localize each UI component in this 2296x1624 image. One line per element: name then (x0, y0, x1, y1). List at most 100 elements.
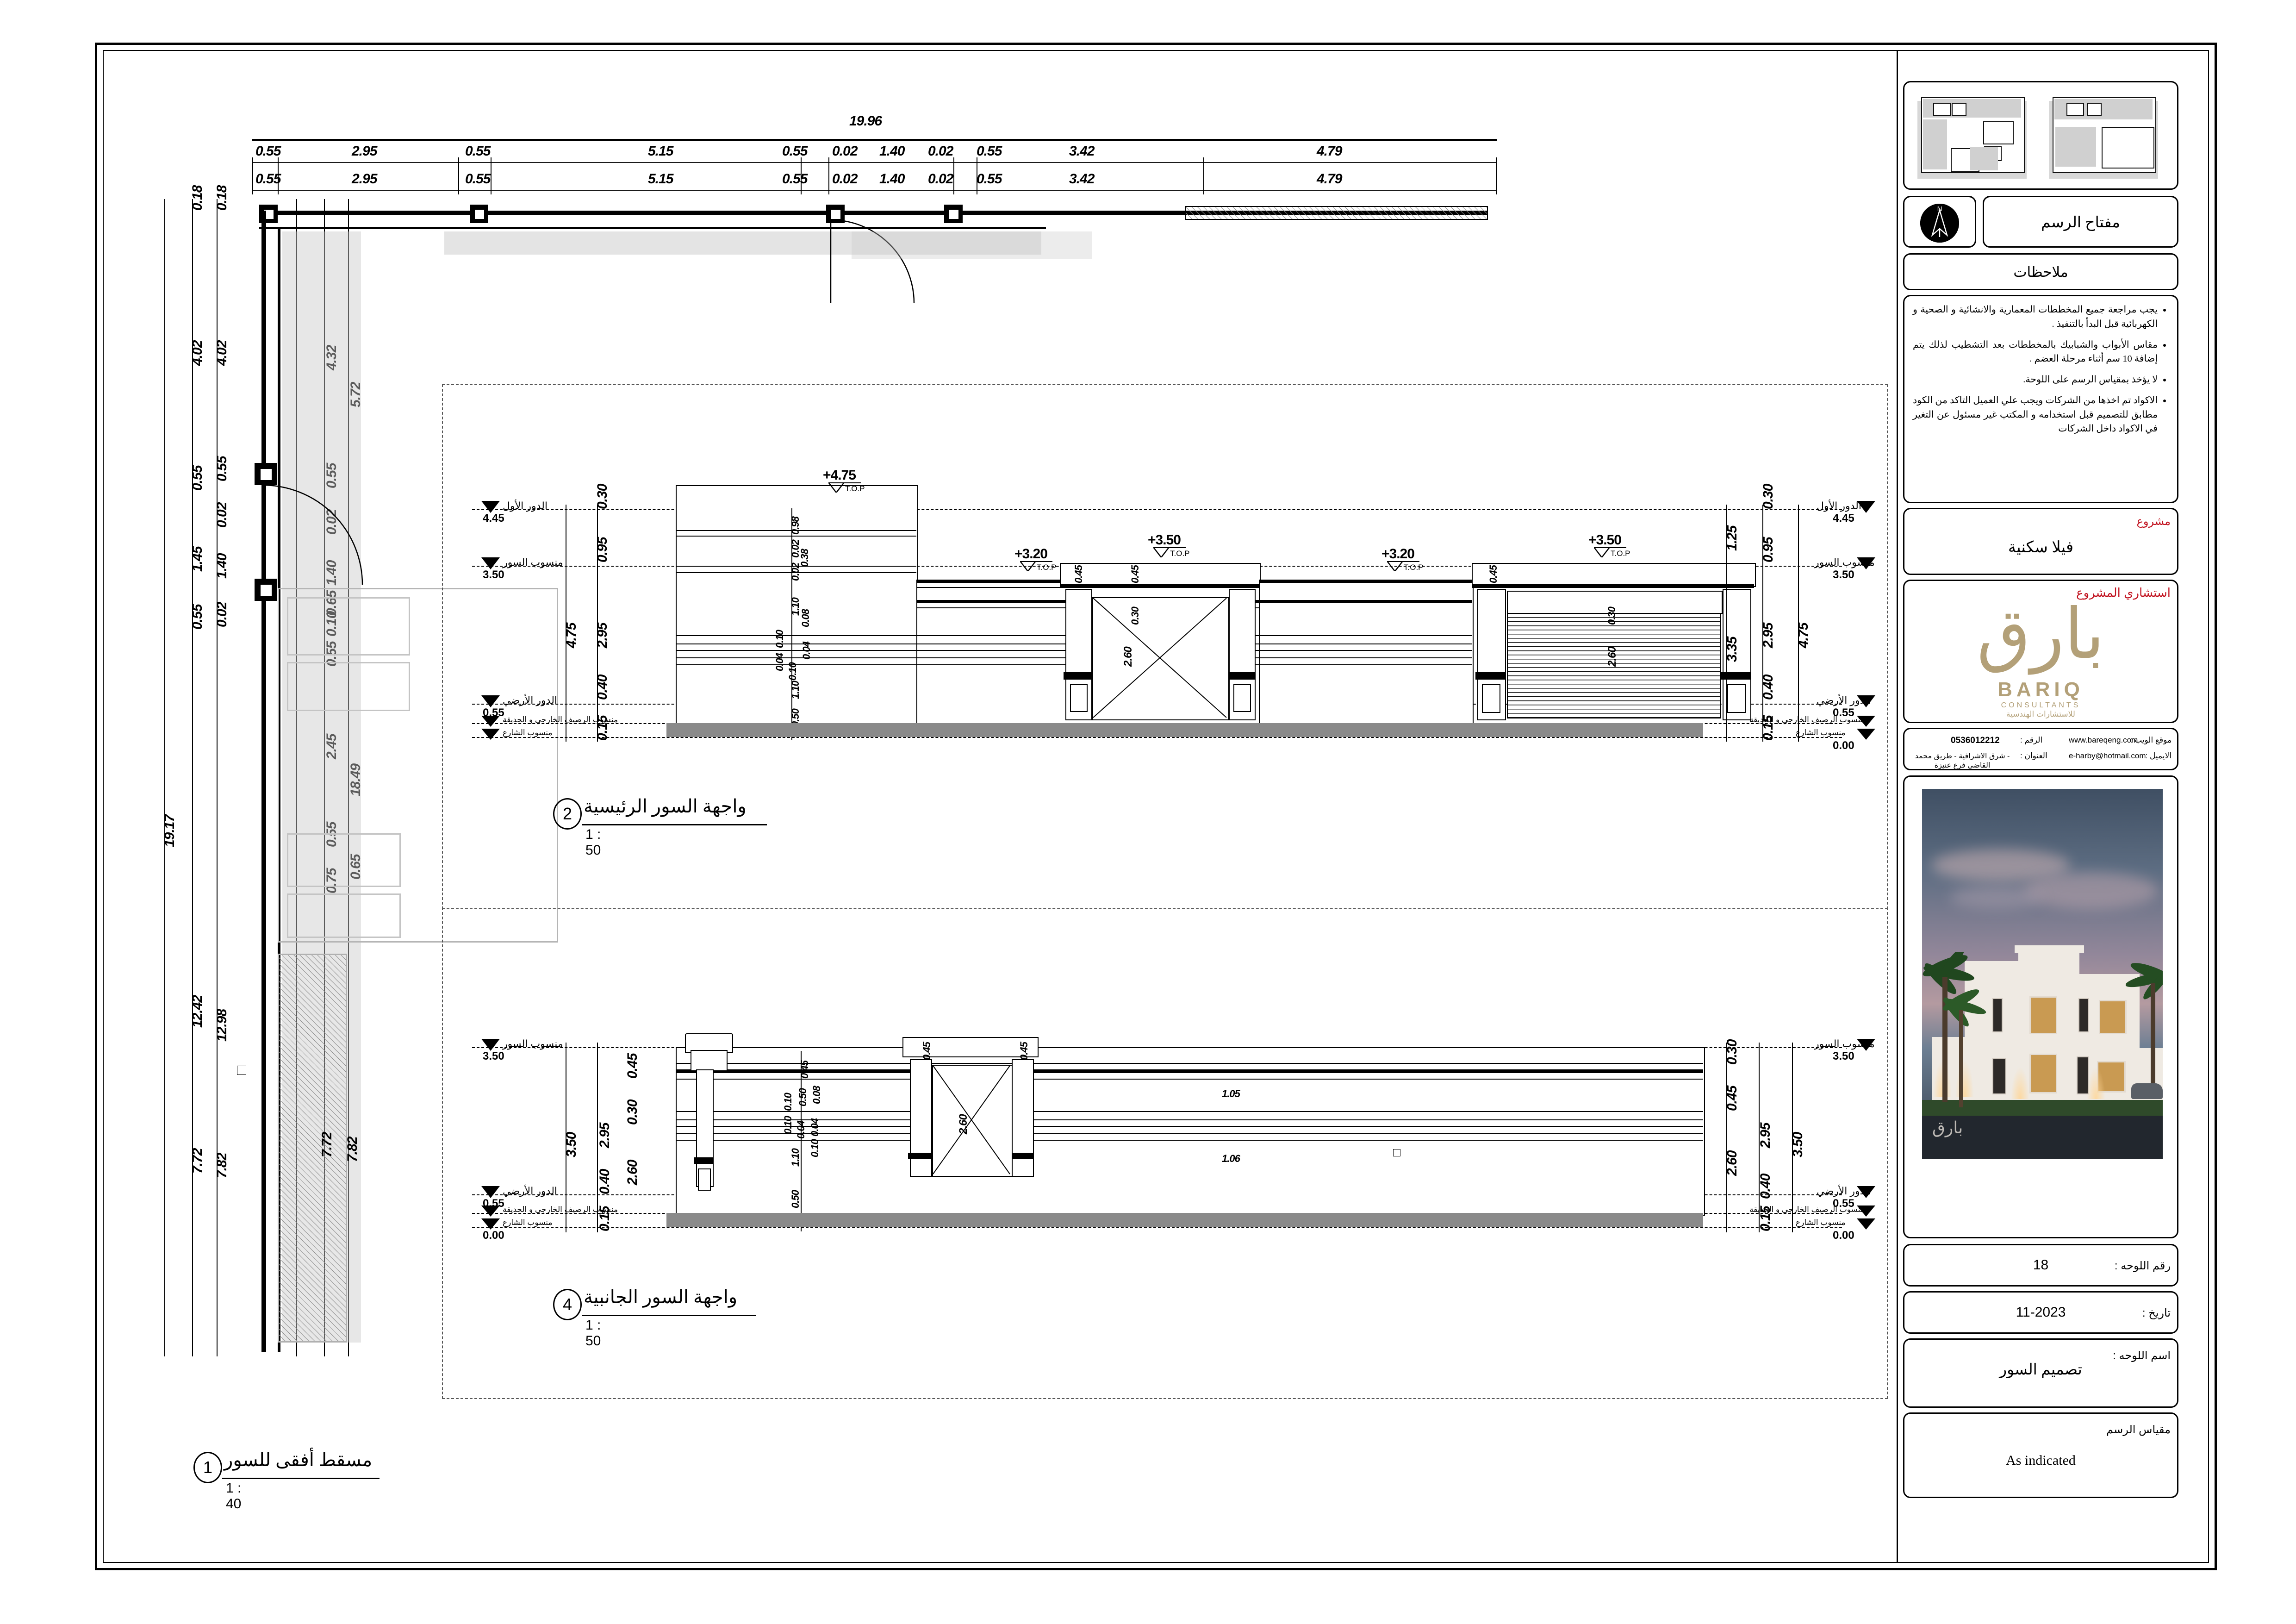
plan-building-room (287, 597, 410, 656)
elev4-ground-slab (666, 1213, 1703, 1227)
title-block: N مفتاح الرسم ملاحظات يجب مراجعة جميع ال… (1903, 81, 2178, 1535)
bariq-logo-en-wrap: BARIQ CONSULTANTS للاستشارات الهندسية (1904, 678, 2177, 719)
elev4-pier-left-neck (691, 1050, 728, 1071)
level-value-fence-right-4: 3.50 (1833, 1050, 1854, 1062)
plan-dim-r2-9: 3.42 (1069, 171, 1095, 187)
level-label-sidewalk-right: منسوب الرصيف الخارجي و الحديقة (1749, 715, 1865, 724)
spot-level-320-b-note: T.O.P (1404, 563, 1424, 572)
titleblock-divider (1897, 51, 1898, 1562)
phone-value[interactable]: 0536012212 (1951, 736, 2000, 746)
bariq-logo-arabic: بارق (1977, 594, 2105, 675)
phone-label: الرقم : (2020, 736, 2043, 744)
level-value-street-right-4: 0.00 (1833, 1229, 1854, 1242)
elev2-band (1259, 650, 1472, 651)
elev4-gate-pier-base-left (908, 1153, 932, 1159)
elev2-det-010a: 0.10 (774, 630, 785, 648)
elev2-band (1259, 664, 1472, 665)
side-elevation-title-rule (582, 1315, 756, 1316)
villa-render-image: بارق (1922, 789, 2163, 1159)
level-label-street-right-4: منسوب الشارع (1796, 1218, 1846, 1227)
elev2-det-110b: 1.10 (790, 681, 801, 699)
plan-dim-r2-7: 0.02 (928, 171, 953, 187)
key-plan-thumb-first[interactable] (2046, 93, 2165, 181)
elev4-gate-045: 0.45 (921, 1042, 933, 1060)
elev2-gate2-pier-panel-left (1482, 684, 1500, 713)
plan-title-rule (222, 1478, 380, 1479)
notes-list: يجب مراجعة جميع المخططات المعمارية والان… (1913, 303, 2170, 443)
elev2-gate1-030: 0.30 (1129, 607, 1141, 625)
elev4-gate-diagonals (933, 1065, 1010, 1174)
plan-hatched-wall-segment (1185, 206, 1488, 220)
note-item-3: لا يؤخذ بمقياس الرسم على اللوحة. (1913, 373, 2158, 387)
level-value-street-right: 0.00 (1833, 739, 1854, 752)
plan-left-overall-dim: 19.17 (162, 814, 177, 847)
elev2-right-dim-095: 0.95 (1761, 537, 1776, 562)
elev4-band (676, 1119, 1703, 1120)
plan-left-inner-dim-6: 12.98 (214, 1009, 230, 1042)
bariq-logo-sub: CONSULTANTS (2001, 701, 2081, 709)
consultant-panel: استشاري المشروع بارق BARIQ CONSULTANTS ل… (1903, 580, 2178, 723)
plan-dim-tick (278, 157, 279, 194)
project-panel: مشروع فيلا سكنية (1903, 508, 2178, 575)
elev2-gate2-pier-base-right (1721, 672, 1751, 680)
sheet-number-panel: رقم اللوحه : 18 (1903, 1244, 2178, 1287)
elev2-right-dim-295: 2.95 (1761, 623, 1776, 648)
plan-dim-r1-10: 4.79 (1317, 144, 1342, 159)
plan-fence-left-wall (261, 211, 266, 1352)
main-elevation-title-rule (582, 824, 767, 825)
plan-left-dim-6: 7.72 (190, 1148, 205, 1174)
sheet-name-value: تصميم السور (1999, 1362, 2082, 1378)
key-plan-panel (1903, 81, 2178, 190)
elev2-gate1-pier-panel-left (1070, 684, 1088, 712)
plan-dim-r2-10: 4.79 (1317, 171, 1342, 187)
svg-text:N: N (1937, 205, 1942, 213)
spot-level-320-a-note: T.O.P (1037, 563, 1057, 572)
key-plan-thumb-ground[interactable] (1915, 93, 2034, 181)
date-panel: تاريخ : 11-2023 (1903, 1291, 2178, 1334)
key-plan-label-panel: مفتاح الرسم (1983, 196, 2178, 248)
side-elevation-scale: 1 : 50 (585, 1318, 601, 1349)
elev2-cornice-band-b (1259, 600, 1472, 603)
plan-left-dim-line-inner (217, 199, 218, 1356)
plan-dim-tick (252, 157, 253, 194)
notes-header-panel: ملاحظات (1903, 253, 2178, 290)
elev2-gate1-pier-base-left (1064, 672, 1092, 680)
address-value: - شرق الاشرافية - طريق محمد القاضي فرع ع… (1915, 752, 2010, 769)
side-elevation-number: 4 (553, 1289, 582, 1320)
elev2-gate1-pier-base-right (1227, 672, 1256, 680)
elev2-gate2-pier-panel-right (1727, 684, 1746, 713)
elev2-left-total: 4.75 (564, 623, 579, 648)
plan-dim-r2-4: 0.55 (782, 171, 808, 187)
level-label-ground: الدور الأرضي (503, 694, 558, 706)
render-car (2131, 1083, 2163, 1099)
spot-level-320-a-rule (1020, 561, 1052, 562)
elev2-gate1-pier-panel-right (1233, 684, 1251, 712)
elev2-det-004a: 0.04 (774, 653, 785, 671)
key-plan-label: مفتاح الرسم (2041, 214, 2120, 231)
level-value-fence-right: 3.50 (1833, 568, 1854, 581)
level-label-ground-right: الدور الأرضي (1817, 694, 1872, 706)
elev4-band (676, 1047, 1703, 1048)
spot-level-350-b-rule (1594, 547, 1626, 548)
plan-dim-tick (801, 157, 802, 194)
plan-left-inner-dim-4: 1.40 (214, 553, 230, 579)
plan-building-room (287, 893, 401, 938)
plan-dim-r2-8: 0.55 (977, 171, 1002, 187)
spot-level-475-rule (828, 482, 861, 483)
elev4-right-total: 3.50 (1790, 1132, 1805, 1157)
elev4-left-040: 0.40 (597, 1169, 612, 1194)
elev2-gate2-cornice-band (1472, 584, 1754, 588)
elev2-band (1259, 635, 1472, 636)
plan-left-dim-5: 12.42 (190, 995, 205, 1028)
elev2-band (676, 657, 916, 658)
plan-column-core (474, 209, 485, 219)
elev2-gate1-cornice-band (1060, 584, 1259, 588)
email-value[interactable]: e-harby@hotmail.com (2069, 751, 2146, 761)
plan-dim-r1-1: 2.95 (352, 144, 377, 159)
scale-panel: مقياس الرسم As indicated (1903, 1412, 2178, 1498)
plan-dim-r2-6: 1.40 (879, 171, 905, 187)
elev4-band (676, 1111, 1703, 1112)
plan-dim-r1-9: 3.42 (1069, 144, 1095, 159)
website-value[interactable]: www.bareqeng.com (2069, 736, 2138, 745)
spot-level-475-value: +4.75 (823, 468, 856, 483)
